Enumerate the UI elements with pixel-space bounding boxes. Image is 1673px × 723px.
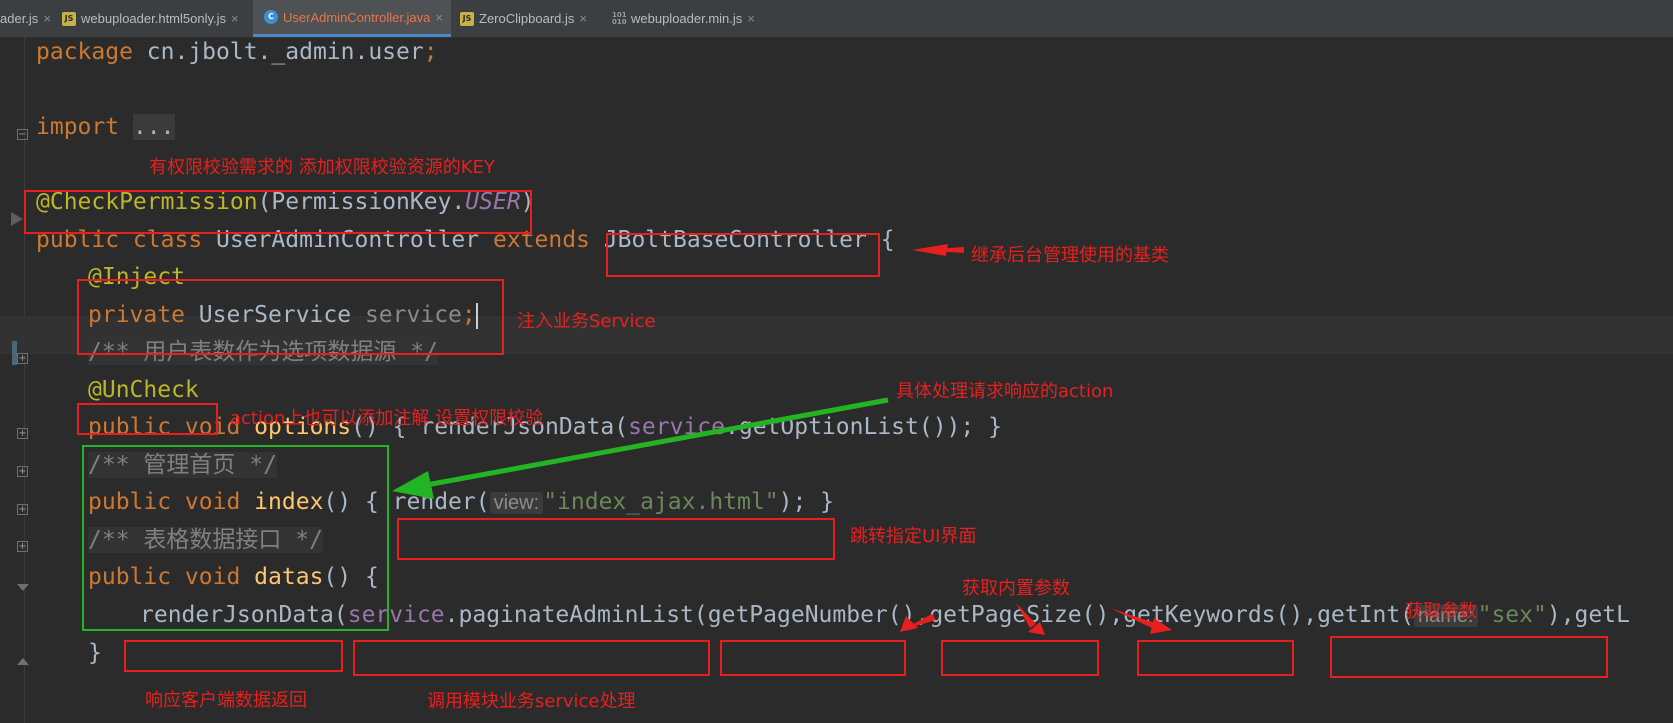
note-uncheck: action上也可以添加注解 设置权限校验 <box>230 408 544 429</box>
note-permission-key: 有权限校验需求的 添加权限校验资源的KEY <box>149 157 495 178</box>
note-builtin-params: 获取内置参数 <box>962 578 1070 599</box>
note-base-controller: 继承后台管理使用的基类 <box>971 245 1169 266</box>
arrow-builtin-params-right <box>1110 608 1172 634</box>
note-call-service: 调用模块业务service处理 <box>427 691 636 712</box>
arrow-builtin-params-mid <box>1016 603 1045 635</box>
note-render-ui: 跳转指定UI界面 <box>850 526 977 547</box>
arrow-base-controller <box>912 244 964 256</box>
note-inject-service: 注入业务Service <box>517 311 656 332</box>
note-get-param: 获取参数 <box>1405 601 1477 622</box>
arrow-builtin-params-left <box>900 614 936 632</box>
note-action: 具体处理请求响应的action <box>896 381 1114 402</box>
note-response-json: 响应客户端数据返回 <box>145 690 307 711</box>
